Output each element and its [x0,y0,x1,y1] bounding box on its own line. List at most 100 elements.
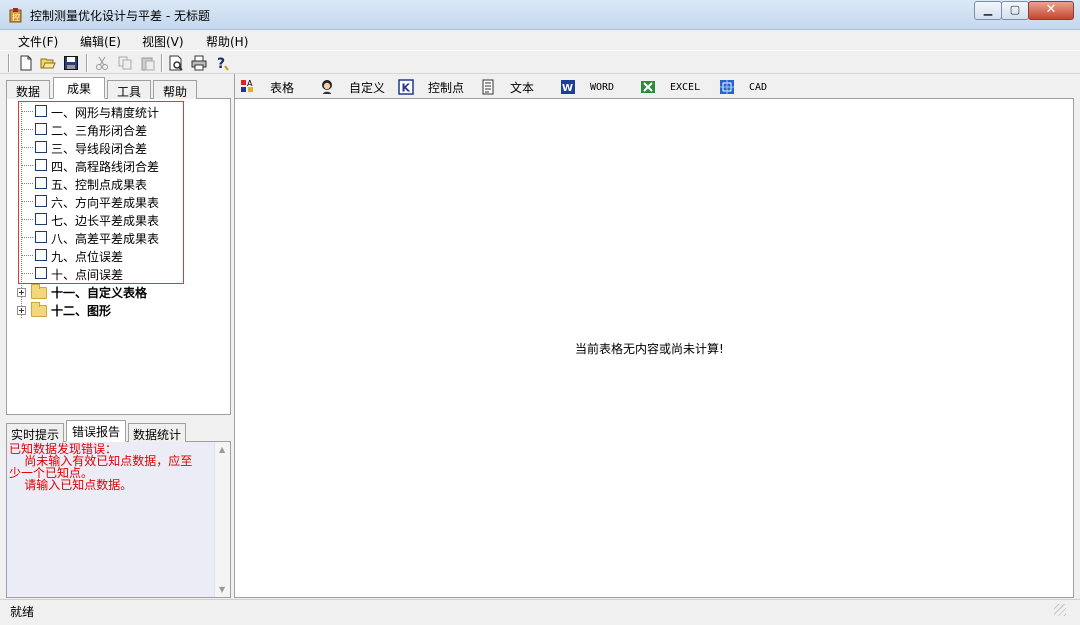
tree-connector [21,273,33,274]
tree-item-label: 一、网形与精度统计 [51,106,160,120]
control-point-icon: K [398,79,414,95]
excel-button[interactable]: EXCEL [640,78,700,96]
minimize-icon: ▁ [983,3,993,16]
tree-group-graphics[interactable]: 十二、图形 [51,302,111,319]
svg-text:?: ? [217,56,225,71]
minimize-button[interactable]: ▁ [974,1,1002,20]
right-panel: A 表格 自定义 K 控制点 文本 W WORD EXCEL CAD 当前表格无… [234,74,1074,598]
maximize-button[interactable]: ▢ [1001,1,1029,20]
close-icon: ✕ [1045,2,1057,17]
tree-item-checkbox[interactable] [35,231,47,243]
custom-label: 自定义 [349,80,386,95]
new-icon[interactable] [18,55,34,71]
text-icon [482,79,494,95]
tree-item-checkbox[interactable] [35,159,47,171]
tree-item-label: 五、控制点成果表 [51,178,148,192]
menu-edit[interactable]: 编辑(E) [80,33,121,50]
results-tree: 一、网形与精度统计 二、三角形闭合差 三、导线段闭合差 四、高程路线闭合差 五、控制点成… [6,99,231,415]
title-bar: 控 控制测量优化设计与平差 - 无标题 ▁ ▢ ✕ [0,0,1080,30]
tree-item-checkbox[interactable] [35,177,47,189]
tree-connector [21,183,33,184]
error-report-text: 已知数据发现错误： 尚未输入有效已知点数据，应至 少一个已知点。 请输入已知点数… [9,443,214,491]
table-button[interactable]: A 表格 [240,78,294,96]
tree-connector [21,111,33,112]
tree-item-label: 二、三角形闭合差 [51,124,148,138]
menu-file[interactable]: 文件(F) [18,33,58,50]
tab-realtime-hints[interactable]: 实时提示 [6,423,64,442]
text-button[interactable]: 文本 [480,78,534,96]
toolbar-separator [8,54,10,72]
excel-label: EXCEL [670,81,701,93]
cad-icon [720,80,734,94]
left-panel: 数据 成果 工具 帮助 一、网形与精度统计 二、三角形闭合差 三、导线段闭合差 四、高… [6,77,231,598]
tab-help[interactable]: 帮助 [153,80,197,99]
toolbar-separator [86,54,88,72]
help-icon[interactable]: ? [214,55,230,71]
tree-item-checkbox[interactable] [35,213,47,225]
table-content-area: 当前表格无内容或尚未计算! [234,99,1074,598]
window-title: 控制测量优化设计与平差 - 无标题 [30,9,210,23]
custom-icon [322,80,332,94]
status-bar: 就绪 [0,599,1080,619]
tree-item-checkbox[interactable] [35,195,47,207]
tree-item-checkbox[interactable] [35,141,47,153]
control-point-button[interactable]: K 控制点 [398,78,464,96]
close-button[interactable]: ✕ [1028,1,1074,20]
cad-label: CAD [749,81,768,93]
save-icon[interactable] [63,55,79,71]
tree-group-custom-table[interactable]: 十一、自定义表格 [51,284,147,301]
word-button[interactable]: W WORD [560,78,614,96]
tab-tools[interactable]: 工具 [107,80,151,99]
tree-item-checkbox[interactable] [35,123,47,135]
tree-item-label: 七、边长平差成果表 [51,214,160,228]
tree-item-label: 八、高差平差成果表 [51,232,160,246]
menu-view[interactable]: 视图(V) [142,33,184,50]
resize-grip-icon[interactable] [1054,604,1066,616]
tree-connector [21,219,33,220]
empty-table-message: 当前表格无内容或尚未计算! [575,342,724,356]
expand-icon[interactable] [17,288,26,297]
status-text: 就绪 [10,605,35,619]
tab-data-statistics[interactable]: 数据统计 [128,423,186,442]
table-label: 表格 [270,80,295,95]
menu-help[interactable]: 帮助(H) [206,33,248,50]
cad-button[interactable]: CAD [719,78,767,96]
cut-icon[interactable] [94,55,110,71]
tree-item-label: 四、高程路线闭合差 [51,160,160,174]
scroll-down-icon[interactable]: ▼ [219,585,225,594]
print-preview-icon[interactable] [168,55,184,71]
tree-connector [21,201,33,202]
expand-icon[interactable] [17,306,26,315]
word-icon: W [561,80,575,94]
tab-error-report[interactable]: 错误报告 [66,420,126,442]
folder-icon [31,284,47,299]
maximize-icon: ▢ [1009,3,1021,16]
tab-results[interactable]: 成果 [53,77,105,99]
folder-icon [31,302,47,317]
tree-item-checkbox[interactable] [35,267,47,279]
print-icon[interactable] [191,55,207,71]
tree-item-label: 十、点间误差 [51,268,124,282]
tab-data[interactable]: 数据 [6,80,50,99]
excel-icon [641,81,655,93]
table-icon: A [241,79,253,92]
copy-icon[interactable] [117,55,133,71]
tree-item-checkbox[interactable] [35,249,47,261]
svg-text:K: K [402,82,411,95]
tree-connector [21,237,33,238]
report-scrollbar[interactable]: ▲ ▼ [214,442,230,597]
app-icon: 控 [9,8,22,23]
output-toolbar: A 表格 自定义 K 控制点 文本 W WORD EXCEL CAD [234,74,1074,99]
tree-item-label: 九、点位误差 [51,250,124,264]
open-icon[interactable] [40,55,56,71]
tree-item-label: 三、导线段闭合差 [51,142,148,156]
tree-item-checkbox[interactable] [35,105,47,117]
paste-icon[interactable] [140,55,156,71]
tree-connector [21,255,33,256]
tree-connector [21,165,33,166]
bottom-tabstrip: 实时提示 错误报告 数据统计 [6,420,231,442]
main-toolbar: ? [0,50,1080,74]
scroll-up-icon[interactable]: ▲ [219,445,225,454]
custom-button[interactable]: 自定义 [319,78,385,96]
tree-connector [21,147,33,148]
